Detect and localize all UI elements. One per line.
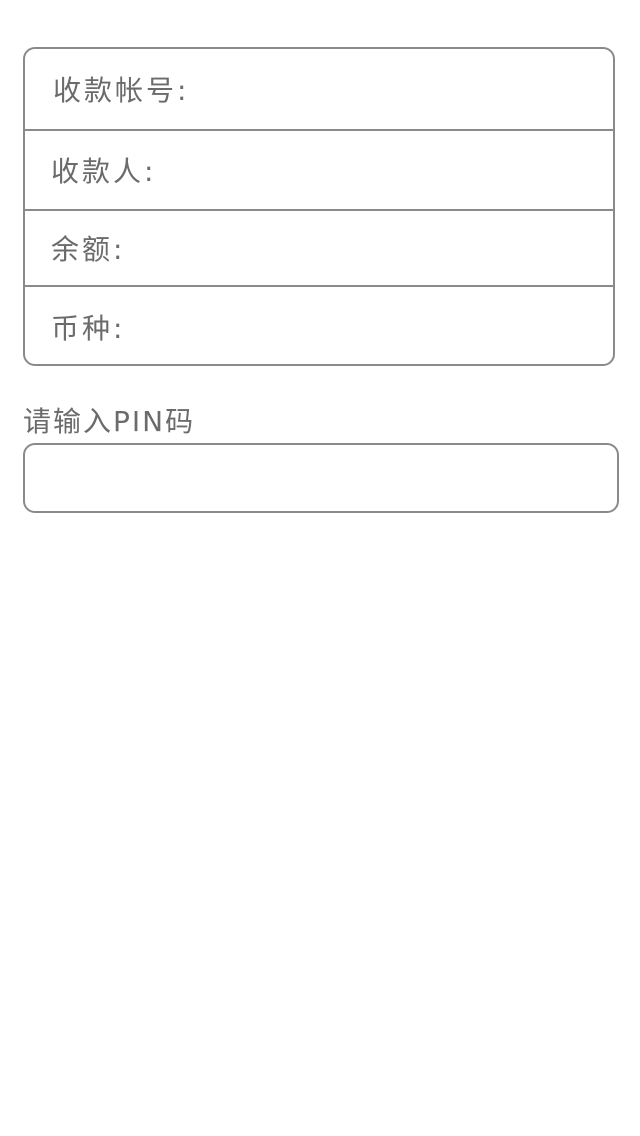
pin-input[interactable] — [23, 443, 619, 513]
balance-label: 余额: — [51, 233, 126, 266]
payee-account-label: 收款帐号: — [53, 74, 190, 107]
balance-row: 余额: — [25, 211, 613, 285]
payee-name-row: 收款人: — [25, 131, 613, 209]
currency-label: 币种: — [51, 311, 126, 345]
pin-label: 请输入PIN码 — [23, 405, 196, 438]
payee-account-row: 收款帐号: — [25, 49, 613, 129]
transfer-info-card: 收款帐号: 收款人: 余额: 币种: — [23, 47, 615, 366]
payee-name-label: 收款人: — [51, 155, 157, 188]
currency-row: 币种: — [25, 287, 613, 364]
